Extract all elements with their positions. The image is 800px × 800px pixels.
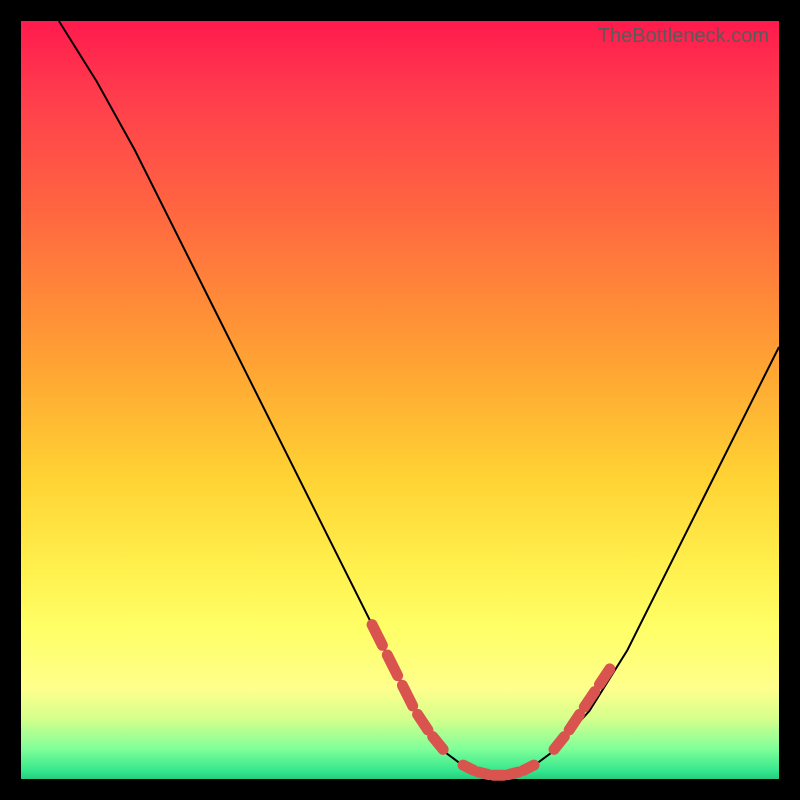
highlight-dash bbox=[387, 655, 397, 676]
highlight-dots bbox=[372, 625, 610, 776]
plot-area: TheBottleneck.com bbox=[21, 21, 779, 779]
bottleneck-curve-path bbox=[59, 21, 779, 775]
highlight-dash bbox=[478, 772, 488, 775]
curve-line bbox=[59, 21, 779, 775]
highlight-dash bbox=[509, 772, 519, 775]
highlight-dash bbox=[433, 737, 443, 750]
highlight-dash bbox=[524, 765, 534, 770]
highlight-dash bbox=[554, 737, 564, 750]
highlight-dash bbox=[402, 685, 412, 706]
highlight-dash bbox=[569, 714, 579, 730]
watermark-label: TheBottleneck.com bbox=[598, 25, 769, 48]
highlight-dash bbox=[372, 625, 382, 646]
highlight-dash bbox=[463, 765, 473, 770]
chart-svg bbox=[21, 21, 779, 779]
highlight-dash bbox=[418, 714, 428, 730]
